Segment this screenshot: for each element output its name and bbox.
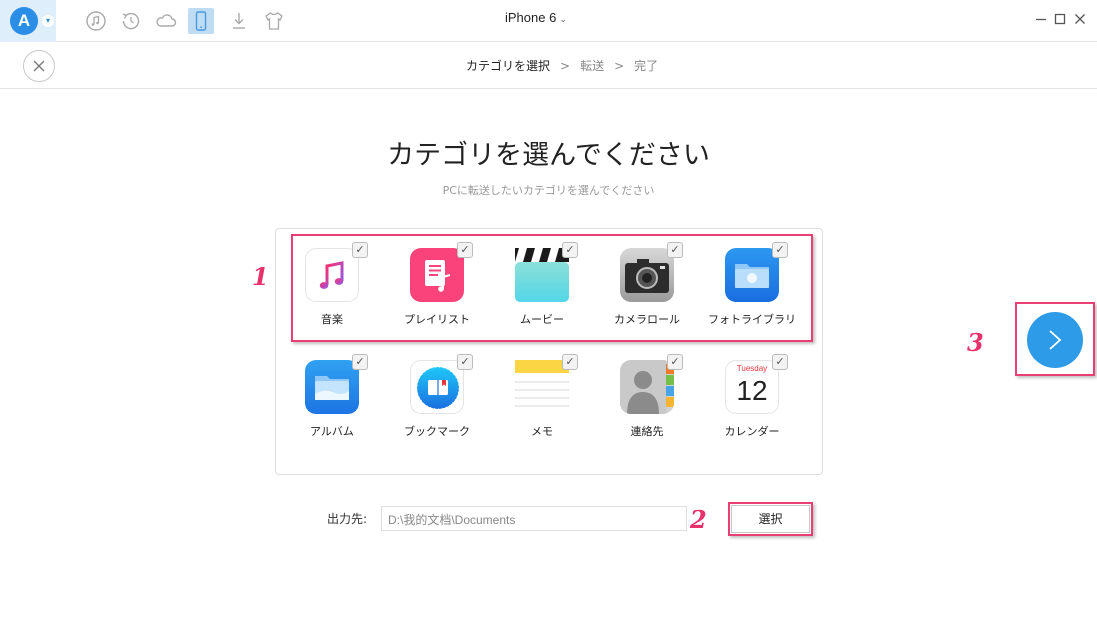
calendar-date: 12 [736,375,768,406]
category-notes[interactable]: ✓ メモ [492,354,592,456]
logo-circle: A [10,7,38,35]
category-checkbox[interactable]: ✓ [457,354,473,370]
page-subtitle: PCに転送したいカテゴリを選んでください [442,184,655,197]
music-icon[interactable] [83,8,109,34]
output-path-field[interactable]: D:\我的文档\Documents [381,506,687,531]
chevron-down-icon[interactable]: ▾ [42,15,54,27]
category-checkbox[interactable]: ✓ [772,354,788,370]
minimize-icon[interactable] [1033,11,1049,27]
highlight-box-select [728,502,813,536]
device-selector[interactable]: iPhone 6 ⌄ [505,10,567,25]
download-icon[interactable] [226,8,252,34]
output-label: 出力先: [327,512,368,526]
annotation-number: 2 [690,505,707,534]
safari-bookmark-icon [410,360,464,414]
step-separator: > [560,59,571,73]
cloud-icon[interactable] [153,8,179,34]
maximize-icon[interactable] [1052,11,1068,27]
breadcrumb: カテゴリを選択 > 転送 > 完了 [466,57,658,74]
annotation-number: 1 [252,262,269,291]
step-transfer: 転送 [580,59,605,73]
chevron-down-icon: ⌄ [559,14,567,24]
highlight-box-next [1015,302,1095,376]
category-checkbox[interactable]: ✓ [667,354,683,370]
category-bookmark[interactable]: ✓ ブックマーク [387,354,487,456]
page: A ▾ iPhone 6 ⌄ カテゴリを選択 > 転送 > 完了 カテゴリを選ん… [0,0,1097,633]
device-name: iPhone 6 [505,10,557,25]
tshirt-icon[interactable] [261,8,287,34]
history-icon[interactable] [118,8,144,34]
title-bar: A ▾ iPhone 6 ⌄ [0,0,1097,42]
highlight-box-categories [291,234,813,342]
step-separator: > [614,59,625,73]
page-title: カテゴリを選んでください [387,140,710,171]
album-folder-icon [305,360,359,414]
step-select-category: カテゴリを選択 [466,59,551,73]
category-label: ブックマーク [404,425,470,438]
cancel-button[interactable] [23,50,55,82]
annotation-number: 3 [967,328,984,357]
phone-icon[interactable] [188,8,214,34]
close-icon [33,60,45,72]
calendar-day: Tuesday [736,364,768,373]
category-album[interactable]: ✓ アルバム [282,354,382,456]
step-bar: カテゴリを選択 > 転送 > 完了 [0,43,1097,89]
app-logo-icon[interactable]: A ▾ [0,0,56,42]
category-label: アルバム [310,425,354,438]
category-checkbox[interactable]: ✓ [352,354,368,370]
contacts-icon [620,360,674,414]
category-calendar[interactable]: Tuesday 12 ✓ カレンダー [702,354,802,456]
category-checkbox[interactable]: ✓ [562,354,578,370]
category-contacts[interactable]: ✓ 連絡先 [597,354,697,456]
category-label: カレンダー [724,425,780,438]
close-icon[interactable] [1072,11,1088,27]
step-complete: 完了 [634,59,659,73]
notes-icon [515,360,569,414]
calendar-icon: Tuesday 12 [725,360,779,414]
category-label: メモ [531,425,553,438]
category-label: 連絡先 [630,425,664,438]
